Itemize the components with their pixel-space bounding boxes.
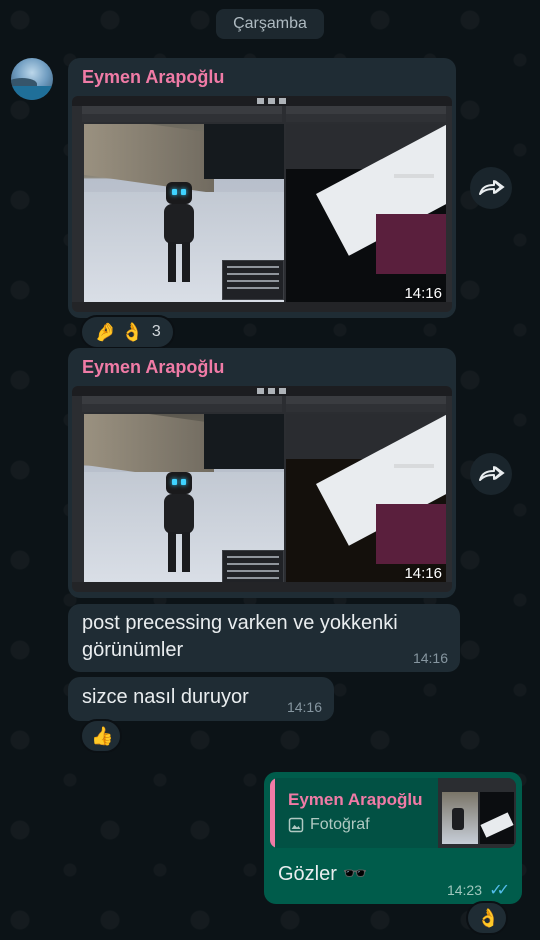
quoted-type-label: Fotoğraf [310, 816, 370, 833]
message-time: 14:16 [412, 650, 448, 666]
scene-view [84, 124, 284, 302]
reaction-pill[interactable]: 👍 [80, 719, 122, 753]
message-text-1[interactable]: post precessing varken ve yokkenki görün… [68, 604, 460, 672]
message-text: sizce nasıl duruyor [82, 686, 249, 708]
game-view [286, 414, 446, 582]
scene-view [84, 414, 284, 582]
reaction-pill[interactable]: 🤌 👌 3 [80, 315, 175, 349]
message-text-2[interactable]: sizce nasıl duruyor 14:16 [68, 677, 334, 721]
message-time: 14:16 [404, 565, 442, 582]
message-text-line2: görünümler [82, 639, 184, 661]
forward-button[interactable] [470, 167, 512, 209]
date-divider: Çarşamba [216, 9, 324, 39]
image-thumbnail[interactable]: 14:16 [72, 386, 452, 592]
reaction-emojis: 🤌 👌 [94, 322, 144, 342]
sender-name[interactable]: Eymen Arapoğlu [82, 357, 224, 377]
message-time: 14:16 [404, 285, 442, 302]
photo-icon [288, 817, 304, 833]
quoted-type: Fotoğraf [288, 816, 370, 834]
forward-icon [479, 180, 505, 195]
image-thumbnail[interactable]: 14:16 [72, 96, 452, 312]
date-divider-label: Çarşamba [233, 15, 307, 32]
forward-icon [479, 466, 505, 481]
double-check-icon: ✓✓ [489, 882, 510, 899]
sender-avatar[interactable] [11, 58, 53, 100]
message-image-1[interactable]: Eymen Arapoğlu 14:16 [68, 58, 456, 318]
forward-button[interactable] [470, 453, 512, 495]
reaction-pill[interactable]: 👌 [466, 901, 508, 935]
sender-name[interactable]: Eymen Arapoğlu [82, 67, 224, 87]
game-view [286, 124, 446, 302]
reaction-count: 3 [151, 323, 161, 340]
message-text-line1: post precessing varken ve yokkenki [82, 612, 398, 634]
message-time: 14:23 [446, 882, 482, 898]
thumbs-up-reaction: 👍 [91, 726, 114, 746]
ok-hand-reaction: 👌 [477, 908, 500, 928]
message-time: 14:16 [286, 699, 322, 715]
quoted-message[interactable]: Eymen Arapoğlu Fotoğraf [270, 778, 516, 848]
quoted-thumbnail [438, 778, 516, 848]
quoted-sender: Eymen Arapoğlu [288, 790, 423, 809]
message-outgoing[interactable]: Eymen Arapoğlu Fotoğraf Gözler 🕶️ 14:23 … [264, 772, 522, 904]
message-image-2[interactable]: Eymen Arapoğlu 14:16 [68, 348, 456, 598]
message-text: Gözler 🕶️ [278, 863, 368, 885]
